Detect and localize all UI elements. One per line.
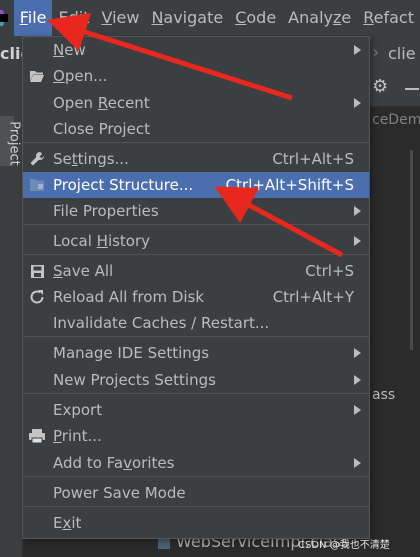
breadcrumb-fragment[interactable]: clie <box>388 44 416 63</box>
menu-item-label: Exit <box>53 514 82 532</box>
menu-code[interactable]: Code <box>229 0 282 36</box>
menu-file[interactable]: File <box>13 0 53 36</box>
folder-open-icon <box>28 67 46 85</box>
wrench-icon <box>28 150 46 168</box>
submenu-arrow-icon <box>354 98 361 108</box>
watermark: CSDN @我也不清楚 <box>298 540 390 551</box>
submenu-arrow-icon <box>354 348 361 358</box>
gear-icon[interactable]: ⚙ <box>372 76 388 97</box>
class-fragment: ass <box>372 387 396 403</box>
menu-item-shortcut: Ctrl+Alt+Shift+S <box>225 176 354 194</box>
menu-item-new-projects-settings[interactable]: New Projects Settings <box>23 367 369 393</box>
menu-item-label: Manage IDE Settings <box>53 344 210 362</box>
menu-item-add-to-favorites[interactable]: Add to Favorites <box>23 450 369 476</box>
menu-item-label: Reload All from Disk <box>53 288 205 306</box>
menu-item-new[interactable]: New <box>23 37 369 63</box>
printer-icon <box>28 427 46 445</box>
menu-item-label: Save All <box>53 262 114 280</box>
menu-separator <box>23 336 369 337</box>
menu-item-shortcut: Ctrl+S <box>305 262 354 280</box>
menu-separator <box>23 393 369 394</box>
menu-edit[interactable]: Edit <box>52 0 95 36</box>
menu-item-project-structure[interactable]: Project Structure... Ctrl+Alt+Shift+S <box>23 172 369 198</box>
submenu-arrow-icon <box>354 458 361 468</box>
reload-icon <box>28 288 46 306</box>
menu-item-label: Add to Favorites <box>53 454 175 472</box>
save-icon <box>28 262 46 280</box>
menu-item-label: New <box>53 41 86 59</box>
menu-item-power-save-mode[interactable]: Power Save Mode <box>23 480 369 506</box>
main-menu-bar: File Edit View Navigate Code Analyze Refact <box>0 0 420 36</box>
left-tool-strip: clie Project <box>0 36 31 557</box>
menu-item-manage-ide-settings[interactable]: Manage IDE Settings <box>23 340 369 366</box>
menu-item-label: Settings... <box>53 150 129 168</box>
menu-item-label: Export <box>53 401 103 419</box>
menu-item-export[interactable]: Export <box>23 397 369 423</box>
menu-separator <box>23 254 369 255</box>
menu-item-label: Local History <box>53 232 151 250</box>
submenu-arrow-icon <box>354 405 361 415</box>
chevron-right-icon: › <box>372 42 380 63</box>
menu-item-label: Power Save Mode <box>53 484 186 502</box>
menu-view[interactable]: View <box>95 0 145 36</box>
menu-item-save-all[interactable]: Save All Ctrl+S <box>23 258 369 284</box>
submenu-arrow-icon <box>354 206 361 216</box>
menu-navigate[interactable]: Navigate <box>145 0 229 36</box>
menu-separator <box>23 142 369 143</box>
menu-analyze[interactable]: Analyze <box>282 0 357 36</box>
menu-item-settings[interactable]: Settings... Ctrl+Alt+S <box>23 146 369 172</box>
tool-window-header: ⚙ <box>370 72 420 107</box>
menu-item-label: File Properties <box>53 202 159 220</box>
file-menu-dropdown: New Open... Open Recent Close Project Settin… <box>22 36 370 539</box>
submenu-arrow-icon <box>354 236 361 246</box>
menu-separator <box>23 476 369 477</box>
menu-item-print[interactable]: Print... <box>23 423 369 449</box>
menu-item-open-recent[interactable]: Open Recent <box>23 90 369 116</box>
project-tab-label: Project <box>6 121 22 166</box>
editor-fragment: ceDem <box>372 112 420 128</box>
menu-item-reload-all-from-disk[interactable]: Reload All from Disk Ctrl+Alt+Y <box>23 284 369 310</box>
menu-item-label: Close Project <box>53 120 150 138</box>
menu-item-shortcut: Ctrl+Alt+S <box>272 150 354 168</box>
breadcrumb: › clie <box>370 36 420 73</box>
menu-item-invalidate-caches-restart[interactable]: Invalidate Caches / Restart... <box>23 310 369 336</box>
menu-separator <box>23 506 369 507</box>
menu-item-label: Open... <box>53 67 108 85</box>
intellij-logo-icon <box>0 10 8 26</box>
menu-item-shortcut: Ctrl+Alt+Y <box>272 288 354 306</box>
menu-item-label: Project Structure... <box>53 176 194 194</box>
menu-item-close-project[interactable]: Close Project <box>23 116 369 142</box>
project-structure-icon <box>28 176 46 194</box>
menu-item-open[interactable]: Open... <box>23 63 369 89</box>
scrollbar[interactable] <box>410 150 413 350</box>
menu-item-label: Print... <box>53 427 102 445</box>
submenu-arrow-icon <box>354 375 361 385</box>
minimize-icon[interactable] <box>405 88 419 90</box>
menu-item-label: Open Recent <box>53 94 150 112</box>
menu-separator <box>23 224 369 225</box>
menu-refact[interactable]: Refact <box>357 0 420 36</box>
menu-item-local-history[interactable]: Local History <box>23 228 369 254</box>
menu-item-exit[interactable]: Exit <box>23 510 369 536</box>
menu-item-file-properties[interactable]: File Properties <box>23 198 369 224</box>
submenu-arrow-icon <box>354 45 361 55</box>
menu-item-label: New Projects Settings <box>53 371 216 389</box>
menu-item-label: Invalidate Caches / Restart... <box>53 314 270 332</box>
